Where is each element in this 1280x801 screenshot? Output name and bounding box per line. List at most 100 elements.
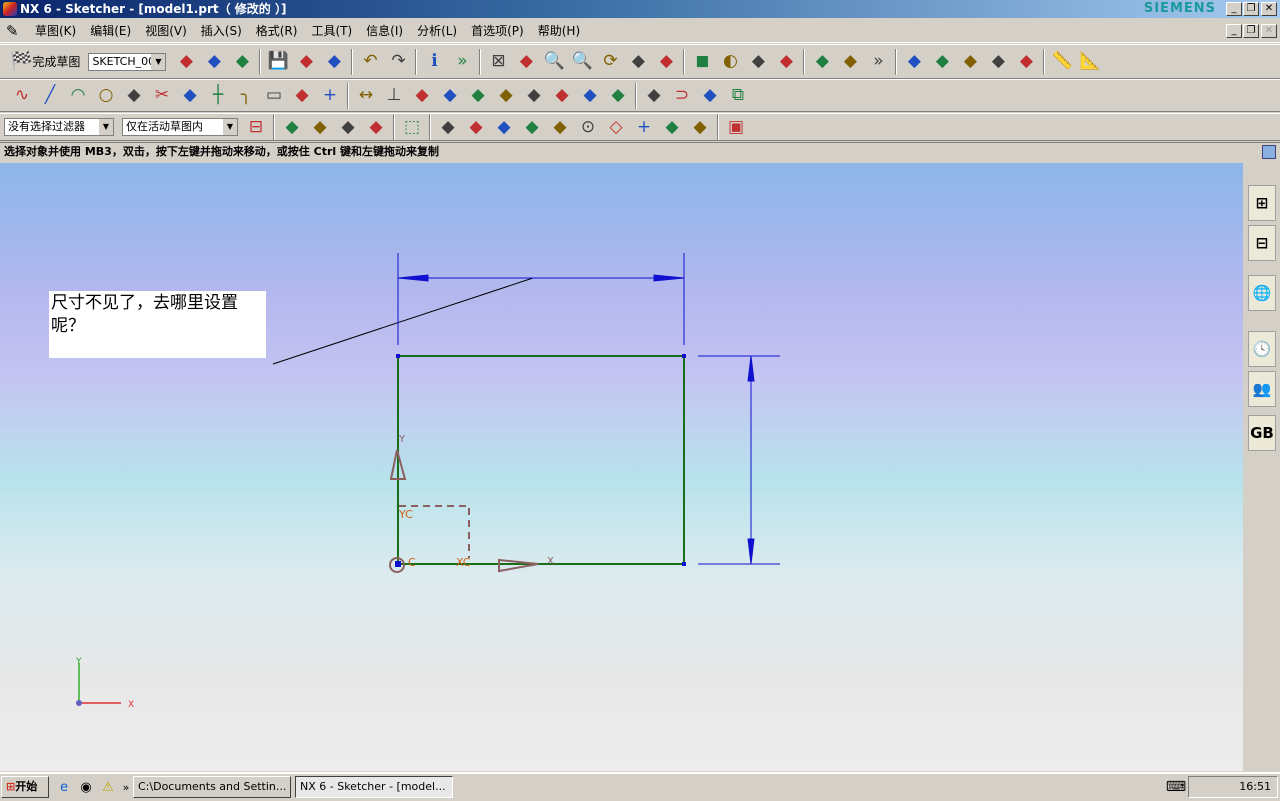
show-all-constraints-icon[interactable]: ◆ [436,82,464,110]
make-corner-icon[interactable]: ┼ [204,82,232,110]
redo-icon[interactable]: ↷ [384,48,412,76]
zoom-window-icon[interactable]: 🔍 [540,48,568,76]
start-button[interactable]: ⊞开始 [1,776,49,798]
control-point-icon[interactable]: ◆ [518,113,546,141]
alternate-solution-icon[interactable]: ◆ [548,82,576,110]
assembly-navigator-icon[interactable]: ⊞ [1248,185,1276,221]
intersection-icon[interactable]: ◆ [546,113,574,141]
menu-2[interactable]: 视图(V) [138,22,194,39]
clip-icon[interactable]: ◆ [836,48,864,76]
project-curve-icon[interactable]: ◆ [640,82,668,110]
menu-0[interactable]: 草图(K) [28,22,83,39]
mirror-icon[interactable]: ⧉ [724,82,752,110]
save-icon[interactable]: 💾 [264,48,292,76]
selection-scope-select[interactable]: 仅在活动草图内 ▼ [122,118,238,136]
line-icon[interactable]: ╱ [36,82,64,110]
deselect-icon[interactable]: ◆ [306,113,334,141]
pan-icon[interactable]: ◆ [624,48,652,76]
gb-standards-tab[interactable]: GB [1248,415,1276,451]
rotate-icon[interactable]: ⟳ [596,48,624,76]
constraints-icon[interactable]: ⊥ [380,82,408,110]
restore-button[interactable]: ❐ [1243,2,1259,16]
quick-launch-overflow[interactable]: » [119,773,133,801]
show-no-constraints-icon[interactable]: ◆ [464,82,492,110]
menu-5[interactable]: 工具(T) [304,22,359,39]
perspective-icon[interactable]: ◆ [652,48,680,76]
snap-point-icon[interactable]: ◆ [434,113,462,141]
doc-restore-button[interactable]: ❐ [1243,24,1259,38]
filter-icon[interactable]: ⊟ [242,113,270,141]
color-icon[interactable]: ◆ [900,48,928,76]
menu-9[interactable]: 帮助(H) [531,22,587,39]
graphics-window[interactable]: Y X YC XC C Y X 尺寸不见了，去哪里设置呢？ [0,163,1243,771]
view-section-icon[interactable]: ◆ [808,48,836,76]
rect-select-icon[interactable]: ⬚ [398,113,426,141]
solid-icon[interactable]: ▣ [722,113,750,141]
select-icon[interactable]: ◆ [984,48,1012,76]
warning-icon[interactable]: ⚠ [97,773,119,801]
rectangle-icon[interactable]: ▭ [260,82,288,110]
zoom-icon[interactable]: 🔍 [568,48,596,76]
profile-icon[interactable]: ∿ [8,82,36,110]
render-style-icon[interactable]: ◐ [716,48,744,76]
sketch-attach-icon[interactable]: ◆ [172,48,200,76]
point-on-surface-icon[interactable]: ◆ [686,113,714,141]
media-icon[interactable]: ◉ [75,773,97,801]
sketch-update-icon[interactable]: ◆ [200,48,228,76]
menu-3[interactable]: 插入(S) [194,22,249,39]
blank-icon[interactable]: ◆ [928,48,956,76]
more-icon[interactable]: » [864,48,892,76]
point-icon[interactable]: + [316,82,344,110]
derived-line-icon[interactable]: ◆ [120,82,148,110]
keyboard-icon[interactable]: ⌨ [1164,773,1188,801]
part-navigator-icon[interactable]: ⊟ [1248,225,1276,261]
menu-7[interactable]: 分析(L) [410,22,464,39]
history-icon[interactable]: 🕓 [1248,331,1276,367]
menu-1[interactable]: 编辑(E) [83,22,138,39]
offset-curve-icon[interactable]: ⊃ [668,82,696,110]
full-screen-icon[interactable] [1262,145,1276,159]
paste-icon[interactable]: ◆ [320,48,348,76]
info-icon[interactable]: ℹ [420,48,448,76]
quick-extend-icon[interactable]: ◆ [176,82,204,110]
menu-6[interactable]: 信息(I) [359,22,410,39]
quadrant-icon[interactable]: ◇ [602,113,630,141]
existing-point-icon[interactable]: + [630,113,658,141]
quick-trim-icon[interactable]: ✂ [148,82,176,110]
undo-icon[interactable]: ↶ [356,48,384,76]
create-inferred-icon[interactable]: ◆ [604,82,632,110]
type-filter-select[interactable]: 没有选择过滤器 ▼ [4,118,114,136]
menu-8[interactable]: 首选项(P) [464,22,531,39]
menu-4[interactable]: 格式(R) [249,22,305,39]
shaded-cube-icon[interactable]: ◼ [688,48,716,76]
reset-icon[interactable]: ◆ [362,113,390,141]
doc-close-button[interactable]: ✕ [1261,24,1277,38]
endpoint-icon[interactable]: ◆ [462,113,490,141]
background-icon[interactable]: ◆ [772,48,800,76]
arc-center-icon[interactable]: ⊙ [574,113,602,141]
infer-constraints-icon[interactable]: ◆ [576,82,604,110]
edit-curve-icon[interactable]: ◆ [696,82,724,110]
copy-icon[interactable]: ◆ [292,48,320,76]
task-nx[interactable]: NX 6 - Sketcher - [model... [295,776,453,798]
sketch-name-select[interactable]: SKETCH_000 ▼ [88,52,167,71]
fillet-icon[interactable]: ╮ [232,82,260,110]
sketch-canvas[interactable]: Y X YC XC C Y X [0,163,1243,771]
circle-icon[interactable]: ○ [92,82,120,110]
fit-icon[interactable]: ⊠ [484,48,512,76]
web-browser-icon[interactable]: 🌐 [1248,275,1276,311]
arc-icon[interactable]: ◠ [64,82,92,110]
select-feature-icon[interactable]: ◆ [278,113,306,141]
show-remove-constraints-icon[interactable]: ◆ [492,82,520,110]
measure-distance-icon[interactable]: 📏 [1048,48,1076,76]
task-explorer[interactable]: C:\Documents and Settin... [133,776,291,798]
roles-icon[interactable]: 👥 [1248,371,1276,407]
midpoint-icon[interactable]: ◆ [490,113,518,141]
select-all-icon[interactable]: ◆ [334,113,362,141]
ie-icon[interactable]: e [53,773,75,801]
inferred-dimension-icon[interactable]: ↔ [352,82,380,110]
convert-reference-icon[interactable]: ◆ [520,82,548,110]
sketch-reorient-icon[interactable]: ◆ [228,48,256,76]
doc-minimize-button[interactable]: _ [1226,24,1242,38]
auto-constrain-icon[interactable]: ◆ [408,82,436,110]
